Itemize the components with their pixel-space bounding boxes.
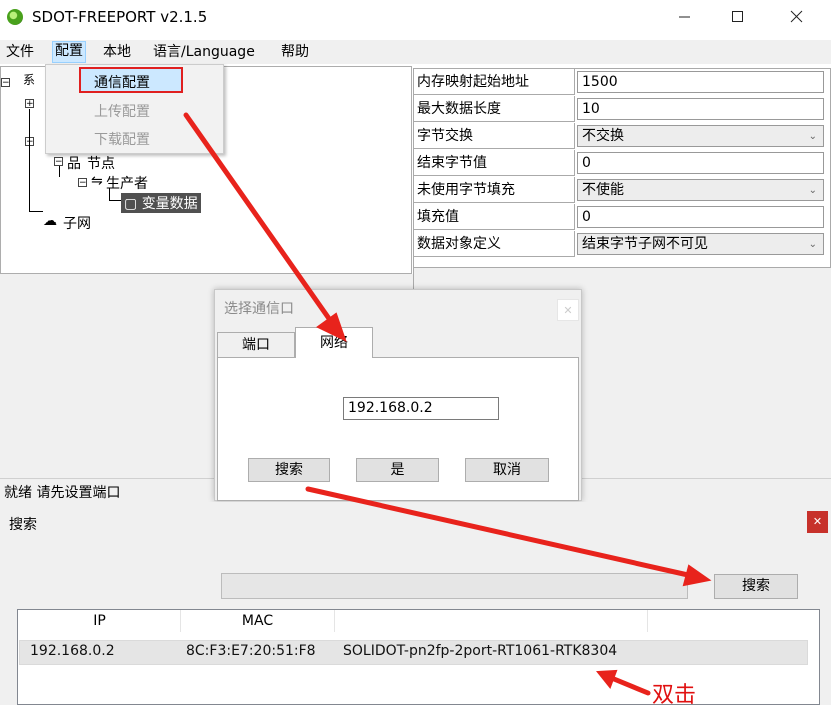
arrowhead — [316, 312, 347, 342]
annotation-arrows — [183, 112, 712, 696]
arrowhead — [682, 564, 712, 587]
arrow-to-device-row — [611, 676, 651, 696]
arrow-to-search-button — [305, 486, 691, 578]
arrow-to-network-tab — [183, 112, 333, 323]
arrowhead — [596, 669, 618, 689]
